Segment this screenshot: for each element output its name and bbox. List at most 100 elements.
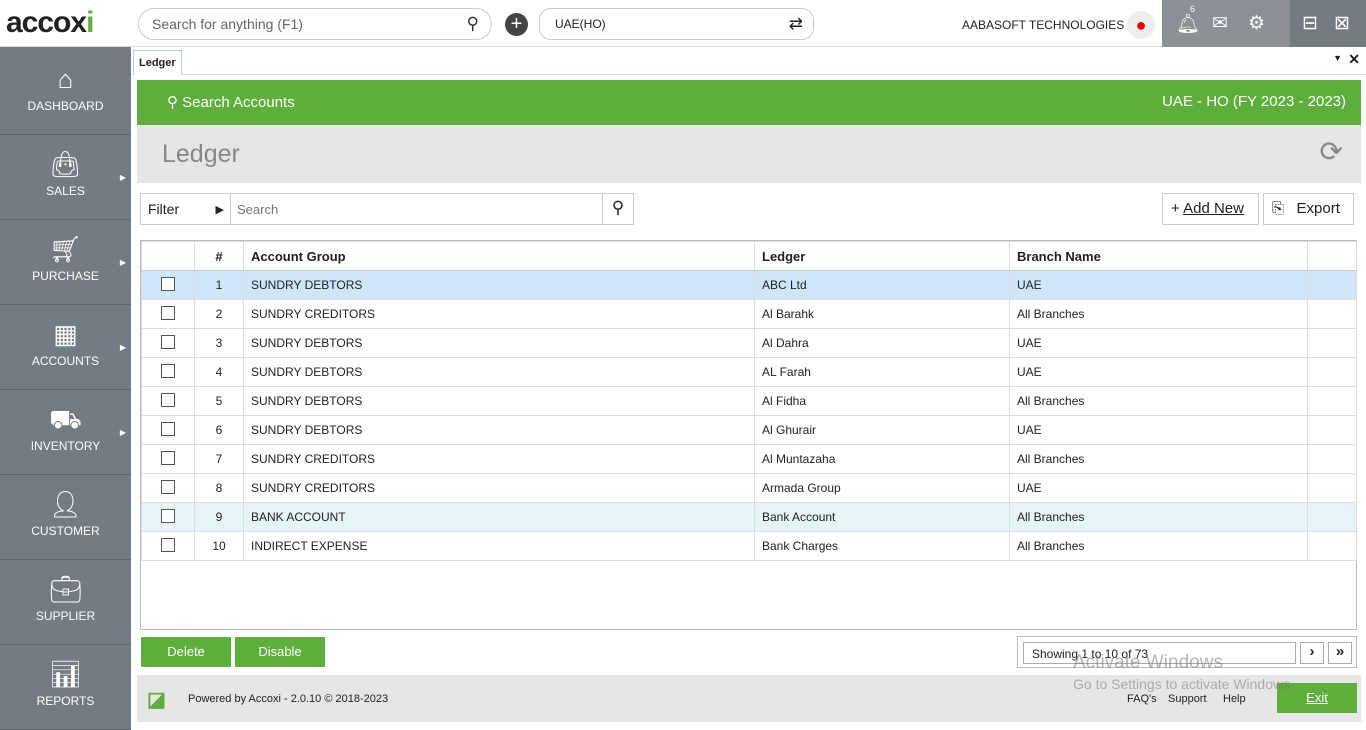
last-page-button[interactable]: » <box>1328 642 1352 664</box>
delete-button[interactable]: Delete <box>141 637 231 667</box>
disable-button[interactable]: Disable <box>235 637 325 667</box>
cell-ledger: Al Dahra <box>754 328 1010 358</box>
search-input[interactable]: Search <box>237 202 278 217</box>
sidebar-item-label: ACCOUNTS <box>31 354 100 368</box>
close-icon[interactable]: ⊠ <box>1334 12 1350 35</box>
column-ledger[interactable]: Ledger <box>754 241 1010 271</box>
tab-dropdown-icon[interactable]: ▼ <box>1333 53 1342 63</box>
filter-button[interactable]: Filter ▶ <box>141 194 231 224</box>
global-search-input[interactable]: Search for anything (F1) ⚲ <box>138 8 492 40</box>
row-checkbox-cell <box>141 444 195 474</box>
sidebar-item-customer[interactable]: 👤︎ CUSTOMER <box>0 475 131 560</box>
cell-branch: UAE <box>1009 270 1308 300</box>
row-checkbox[interactable] <box>161 276 175 291</box>
sidebar-item-sales[interactable]: 👜︎ SALES ▶ <box>0 135 131 220</box>
table-row[interactable]: 4 SUNDRY DEBTORS AL Farah UAE <box>141 357 1357 387</box>
table-row[interactable]: 1 SUNDRY DEBTORS ABC Ltd UAE <box>141 270 1357 300</box>
table-row[interactable]: 8 SUNDRY CREDITORS Armada Group UAE <box>141 473 1357 503</box>
table-row[interactable]: 3 SUNDRY DEBTORS Al Dahra UAE <box>141 328 1357 358</box>
tab-close-icon[interactable]: ✕ <box>1348 51 1360 68</box>
briefcase-icon: 💼︎ <box>48 574 82 604</box>
sidebar-item-inventory[interactable]: ⛟ INVENTORY ▶ <box>0 390 131 475</box>
help-link[interactable]: Help <box>1223 693 1246 705</box>
cell-branch: All Branches <box>1009 444 1308 474</box>
next-page-button[interactable]: › <box>1300 642 1324 664</box>
table-row[interactable]: 2 SUNDRY CREDITORS Al Barahk All Branches <box>141 299 1357 329</box>
message-icon[interactable]: ✉ <box>1212 12 1228 35</box>
ledger-table: # Account Group Ledger Branch Name 1 SUND… <box>140 240 1357 630</box>
switch-icon[interactable]: ⇄ <box>789 14 803 34</box>
sidebar-item-reports[interactable]: 📊︎ REPORTS <box>0 645 131 730</box>
row-checkbox[interactable] <box>161 363 175 378</box>
cell-branch: UAE <box>1009 357 1308 387</box>
table-row[interactable]: 5 SUNDRY DEBTORS Al Fidha All Branches <box>141 386 1357 416</box>
gear-icon[interactable]: ⚙ <box>1248 12 1265 35</box>
search-accounts-label: Search Accounts <box>182 94 295 111</box>
add-new-label: Add New <box>1183 200 1244 217</box>
table-row[interactable]: 10 INDIRECT EXPENSE Bank Charges All Branch… <box>141 531 1357 561</box>
export-button[interactable]: ⎘ Export <box>1263 193 1354 225</box>
sidebar-item-supplier[interactable]: 💼︎ SUPPLIER <box>0 560 131 645</box>
export-icon: ⎘ <box>1272 200 1285 217</box>
sidebar-item-accounts[interactable]: ▦ ACCOUNTS ▶ <box>0 305 131 390</box>
row-checkbox-cell <box>141 357 195 387</box>
sidebar-item-label: CUSTOMER <box>31 524 100 538</box>
cell-ledger: ABC Ltd <box>754 270 1010 300</box>
row-checkbox-cell <box>141 473 195 503</box>
row-checkbox-cell <box>141 502 195 532</box>
table-row[interactable]: 7 SUNDRY CREDITORS Al Muntazaha All Branche… <box>141 444 1357 474</box>
bell-icon[interactable]: 🔔︎ <box>1176 12 1200 36</box>
cell-extra <box>1307 473 1357 503</box>
cell-number: 5 <box>194 386 244 416</box>
search-accounts-link[interactable]: ⚲ Search Accounts <box>167 93 295 111</box>
column-account-group[interactable]: Account Group <box>243 241 755 271</box>
tab-ledger[interactable]: Ledger <box>133 50 182 75</box>
cell-account-group: SUNDRY DEBTORS <box>243 270 755 300</box>
branch-selector[interactable]: UAE(HO) ⇄ <box>539 8 814 40</box>
filter-label: Filter <box>148 201 180 217</box>
row-checkbox[interactable] <box>161 479 175 494</box>
avatar[interactable]: ● <box>1127 11 1155 39</box>
title-bar: Ledger ⟳ <box>137 125 1361 183</box>
row-checkbox-cell <box>141 270 195 300</box>
powered-by: Powered by Accoxi - 2.0.10 © 2018-2023 <box>188 693 389 705</box>
minimize-icon[interactable]: ⊟ <box>1302 12 1318 35</box>
faq-link[interactable]: FAQ's <box>1127 693 1157 705</box>
page-title: Ledger <box>162 140 240 168</box>
table-row[interactable]: 6 SUNDRY DEBTORS Al Ghurair UAE <box>141 415 1357 445</box>
cell-extra <box>1307 357 1357 387</box>
play-icon: ▶ <box>215 204 224 216</box>
row-checkbox[interactable] <box>161 392 175 407</box>
tab-strip: ▼ ✕ <box>131 47 1366 75</box>
sidebar-item-label: REPORTS <box>36 694 95 708</box>
add-icon[interactable]: + <box>505 13 528 36</box>
support-link[interactable]: Support <box>1168 693 1207 705</box>
column-number[interactable]: # <box>194 241 244 271</box>
cell-ledger: Al Fidha <box>754 386 1010 416</box>
row-checkbox[interactable] <box>161 421 175 436</box>
add-new-button[interactable]: + Add New <box>1162 193 1259 225</box>
sidebar-item-dashboard[interactable]: ⌂ DASHBOARD <box>0 50 131 135</box>
cell-extra <box>1307 328 1357 358</box>
column-extra <box>1307 241 1357 271</box>
search-placeholder: Search for anything (F1) <box>152 16 303 32</box>
cell-ledger: Al Ghurair <box>754 415 1010 445</box>
search-icon[interactable]: ⚲ <box>602 194 633 224</box>
refresh-icon[interactable]: ⟳ <box>1320 135 1343 168</box>
branch-value: UAE(HO) <box>555 17 606 31</box>
row-checkbox[interactable] <box>161 537 175 552</box>
row-checkbox[interactable] <box>161 334 175 349</box>
sidebar-item-label: DASHBOARD <box>27 99 104 113</box>
cell-account-group: SUNDRY DEBTORS <box>243 357 755 387</box>
cell-branch: All Branches <box>1009 386 1308 416</box>
shopping-bag-icon: 👜︎ <box>48 149 82 179</box>
company-menu[interactable]: AABASOFT TECHNOLOGIES ▸ <box>962 18 1134 32</box>
row-checkbox-cell <box>141 415 195 445</box>
row-checkbox[interactable] <box>161 450 175 465</box>
row-checkbox[interactable] <box>161 305 175 320</box>
inventory-icon: ⛟ <box>49 404 82 434</box>
column-branch[interactable]: Branch Name <box>1009 241 1308 271</box>
sidebar-item-purchase[interactable]: 🛒︎ PURCHASE ▶ <box>0 220 131 305</box>
row-checkbox[interactable] <box>161 508 175 523</box>
table-row[interactable]: 9 BANK ACCOUNT Bank Account All Branches <box>141 502 1357 532</box>
